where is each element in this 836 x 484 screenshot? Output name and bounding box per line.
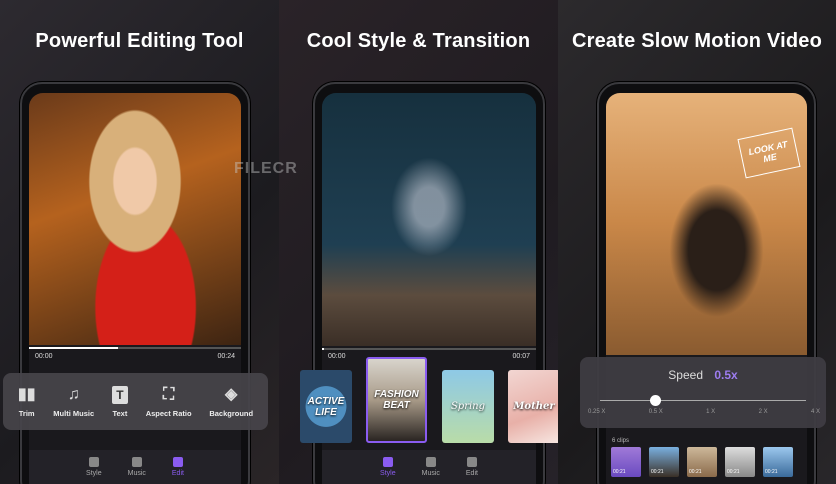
music-wave-icon [131, 457, 142, 467]
current-time: 00:00 [35, 353, 53, 360]
edit-icon [466, 457, 477, 467]
panel-title: Powerful Editing Tool [35, 30, 244, 52]
speed-panel: Speed 0.5x 0.25 X 0.5 X 1 X 2 X 4 X [580, 357, 826, 428]
bottom-nav: Style Music Edit [29, 450, 241, 484]
tick-label: 0.5 X [648, 409, 663, 415]
panel-title: Cool Style & Transition [306, 30, 531, 52]
clip-thumb[interactable]: 00:21 [687, 447, 717, 477]
paint-bucket-icon: ◈ [225, 385, 238, 403]
video-preview [322, 93, 536, 346]
edit-icon [172, 457, 183, 467]
speed-value: 0.5x [714, 368, 738, 382]
nav-music[interactable]: Music [128, 457, 146, 477]
clip-thumb[interactable]: 00:21 [611, 447, 641, 477]
current-time: 00:00 [328, 353, 346, 360]
tick-label: 2 X [758, 409, 768, 415]
style-thumb-active-life[interactable]: ACTIVE LIFE [300, 370, 352, 443]
nav-edit[interactable]: Edit [466, 457, 478, 477]
tick-label: 4 X [810, 409, 820, 415]
edit-toolbar: ▮▮ Trim ♫ Multi Music T Text ⛶ Aspect Ratio … [3, 373, 268, 430]
phone-screen: 00:00 00:07 Style Music Edit [322, 93, 536, 484]
clip-thumb[interactable]: 00:21 [649, 447, 679, 477]
total-time: 00:07 [512, 353, 530, 360]
clips-count: 6 clips [612, 438, 630, 444]
bottom-nav: Style Music Edit [322, 450, 536, 484]
speed-label: Speed [668, 368, 703, 382]
tick-label: 1 X [706, 409, 716, 415]
style-thumb-fashion-beat[interactable]: FASHION BEAT [366, 357, 427, 443]
aspect-ratio-button[interactable]: ⛶ Aspect Ratio [146, 386, 192, 418]
total-time: 00:24 [217, 353, 235, 360]
video-preview [29, 93, 241, 345]
background-button[interactable]: ◈ Background [209, 386, 253, 418]
speed-slider[interactable] [600, 400, 806, 401]
music-note-icon: ♫ [67, 385, 80, 403]
trim-icon: ▮▮ [17, 385, 36, 403]
style-icon [88, 457, 99, 467]
nav-style[interactable]: Style [380, 457, 396, 477]
speed-slider-handle[interactable] [650, 395, 661, 406]
panel-style-transition: Cool Style & Transition 00:00 00:07 Style… [279, 0, 558, 484]
panel-title: Create Slow Motion Video [571, 30, 822, 52]
text-icon: T [111, 385, 128, 404]
music-wave-icon [425, 457, 436, 467]
text-button[interactable]: T Text [111, 385, 128, 418]
style-thumb-spring[interactable]: Spring [442, 370, 494, 443]
aspect-ratio-icon: ⛶ [163, 385, 175, 403]
video-progress-bar[interactable] [322, 348, 536, 350]
nav-music[interactable]: Music [422, 457, 440, 477]
panel-editing-tool: Powerful Editing Tool 00:00 00:24 Style M… [0, 0, 279, 484]
style-icon [382, 457, 393, 467]
nav-edit[interactable]: Edit [172, 457, 184, 477]
video-progress-bar[interactable] [29, 347, 241, 349]
clip-thumb[interactable]: 00:21 [763, 447, 793, 477]
watermark: FILECR [234, 160, 298, 177]
trim-button[interactable]: ▮▮ Trim [18, 386, 36, 418]
multi-music-button[interactable]: ♫ Multi Music [53, 386, 94, 418]
clip-thumb[interactable]: 00:21 [725, 447, 755, 477]
style-thumb-mother[interactable]: Mother [508, 370, 558, 443]
nav-style[interactable]: Style [86, 457, 102, 477]
tick-label: 0.25 X [588, 409, 606, 415]
